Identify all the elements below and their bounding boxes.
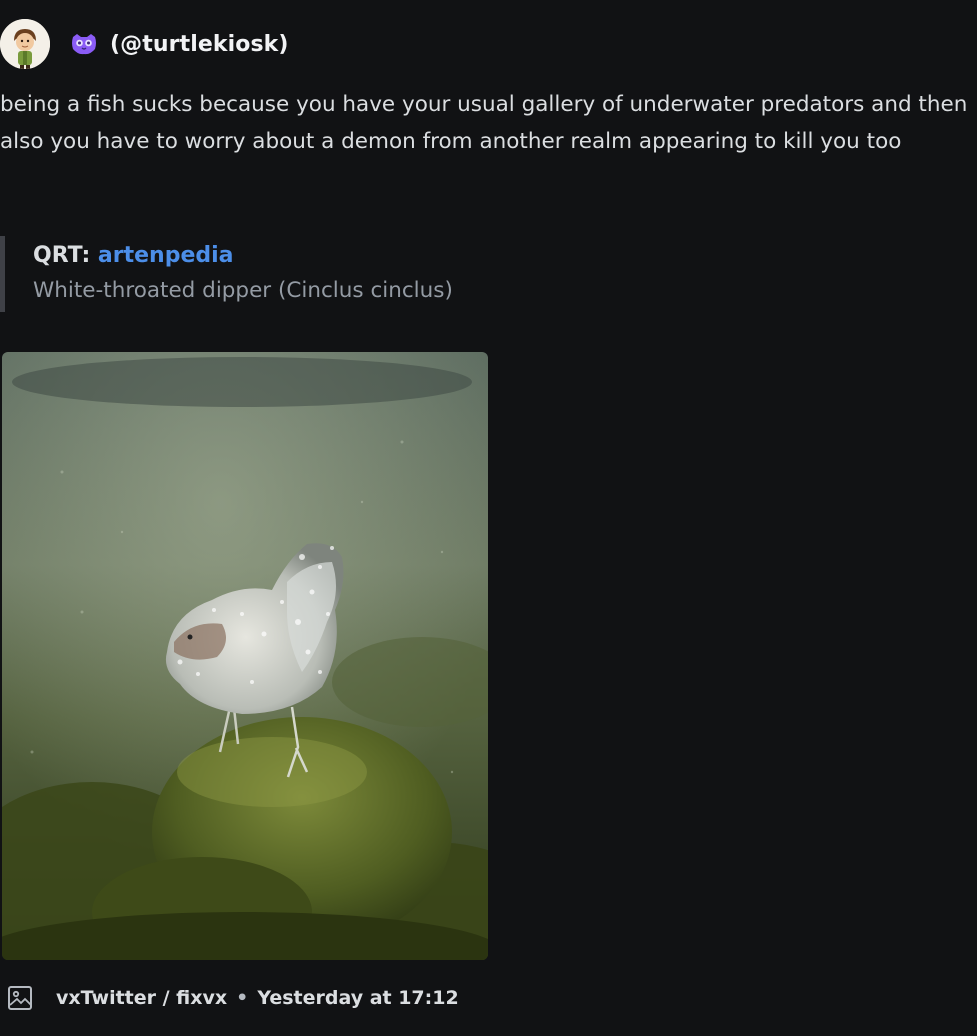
embed-source: vxTwitter / fixvx [56,987,228,1009]
user-avatar[interactable] [0,19,50,69]
embed-timestamp: Yesterday at 17:12 [257,987,459,1009]
tweet-text: being a fish sucks because you have your… [0,92,968,154]
footer-separator: • [236,987,249,1009]
quote-author-link[interactable]: artenpedia [98,243,234,268]
quote-text: White-throated dipper (Cinclus cinclus) [33,278,453,303]
embedded-photo[interactable] [2,352,488,960]
purple-owl-face-icon [70,33,98,55]
quote-prefix: QRT: [33,243,98,268]
quote-heading: QRT: artenpedia [33,239,453,273]
post-header: (@turtlekiosk) [0,18,289,70]
embed-footer: vxTwitter / fixvx • Yesterday at 17:12 [6,980,459,1016]
quote-block: QRT: artenpedia White-throated dipper (C… [0,236,453,312]
image-icon [6,984,34,1012]
author-handle[interactable]: (@turtlekiosk) [110,32,289,57]
avatar-illustration [0,19,50,69]
underwater-dipper-photo [2,352,488,960]
